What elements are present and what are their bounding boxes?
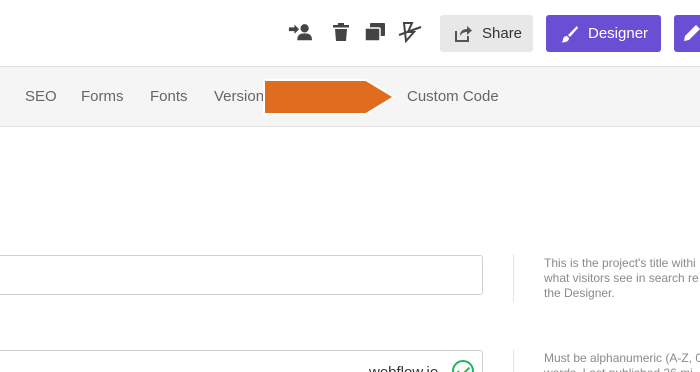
brush-icon: [560, 25, 578, 43]
unpublish-icon[interactable]: [398, 20, 422, 44]
subdomain-field[interactable]: webflow.io: [0, 350, 483, 372]
duplicate-icon[interactable]: [363, 20, 387, 44]
help-divider-2: [513, 349, 514, 372]
tab-seo[interactable]: SEO: [25, 88, 57, 105]
trash-icon[interactable]: [329, 20, 353, 44]
pencil-icon: [684, 25, 700, 46]
check-icon: [452, 360, 474, 372]
help-divider: [513, 254, 514, 302]
tab-forms[interactable]: Forms: [81, 88, 124, 105]
subdomain-help: Must be alphanumeric (A-Z, 0 words. Last…: [544, 351, 700, 372]
share-label: Share: [482, 25, 523, 42]
tab-fonts[interactable]: Fonts: [150, 88, 188, 105]
share-button[interactable]: Share: [440, 15, 533, 52]
designer-button[interactable]: Designer: [546, 15, 661, 52]
tab-custom-code[interactable]: Custom Code: [407, 88, 499, 105]
editor-button[interactable]: [674, 15, 700, 52]
project-name-field[interactable]: [0, 255, 483, 295]
share-icon: [454, 25, 472, 43]
pointer-arrow-icon: [263, 79, 396, 115]
transfer-user-icon[interactable]: [288, 20, 312, 44]
tab-versions[interactable]: Version: [214, 88, 264, 105]
top-toolbar: Share Designer: [0, 0, 700, 66]
designer-label: Designer: [588, 25, 649, 42]
subdomain-suffix: webflow.io: [369, 364, 438, 372]
project-name-help: This is the project's title withi what v…: [544, 256, 699, 300]
